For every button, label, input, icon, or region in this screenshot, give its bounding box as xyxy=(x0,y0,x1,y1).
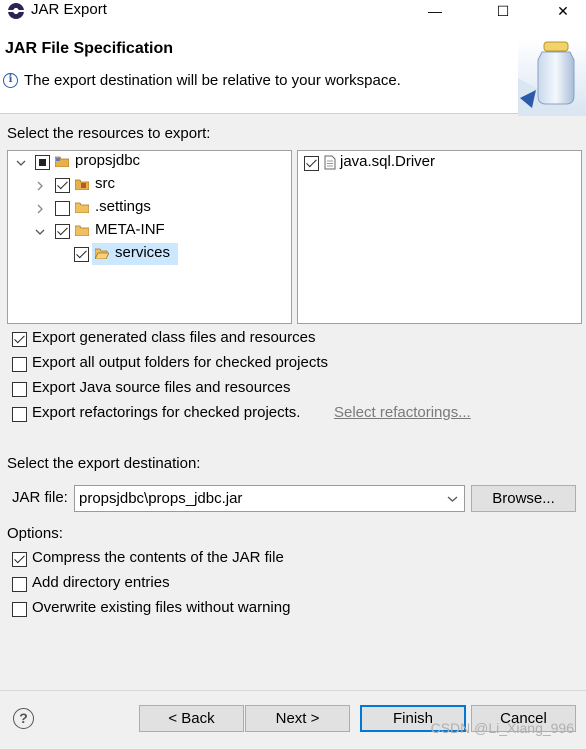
chevron-down-icon[interactable] xyxy=(16,158,26,168)
info-icon: i xyxy=(3,73,18,88)
window-title: JAR Export xyxy=(31,1,107,18)
next-button[interactable]: Next > xyxy=(245,705,350,732)
wizard-header: JAR File Specification i The export dest… xyxy=(0,22,586,116)
destination-label: Select the export destination: xyxy=(7,455,201,472)
export-refactorings-label[interactable]: Export refactorings for checked projects… xyxy=(32,404,300,421)
overwrite-checkbox[interactable] xyxy=(12,602,27,617)
minimize-button[interactable]: — xyxy=(412,0,458,22)
tree-item-meta-inf[interactable]: META-INF xyxy=(95,221,165,238)
page-title: JAR File Specification xyxy=(5,40,174,57)
compress-label[interactable]: Compress the contents of the JAR file xyxy=(32,549,284,566)
export-source-files-label[interactable]: Export Java source files and resources xyxy=(32,379,290,396)
export-source-files-checkbox[interactable] xyxy=(12,382,27,397)
export-refactorings-checkbox[interactable] xyxy=(12,407,27,422)
tree-item-propsjdbc[interactable]: propsjdbc xyxy=(75,152,140,169)
file-icon xyxy=(324,155,336,170)
file-list[interactable]: java.sql.Driver xyxy=(297,150,582,324)
export-class-files-label[interactable]: Export generated class files and resourc… xyxy=(32,329,315,346)
tree-item-src[interactable]: src xyxy=(95,175,115,192)
folder-icon xyxy=(75,225,89,236)
back-button[interactable]: < Back xyxy=(139,705,244,732)
export-class-files-checkbox[interactable] xyxy=(12,332,27,347)
options-label: Options: xyxy=(7,525,63,542)
file-item-java-sql-driver[interactable]: java.sql.Driver xyxy=(340,153,435,170)
checkbox-settings[interactable] xyxy=(55,201,70,216)
footer-divider xyxy=(0,690,586,691)
checkbox-java-sql-driver[interactable] xyxy=(304,156,319,171)
tree-item-settings[interactable]: .settings xyxy=(95,198,151,215)
eclipse-app-icon xyxy=(8,3,24,19)
maximize-button[interactable]: ☐ xyxy=(480,0,526,22)
checkbox-src[interactable] xyxy=(55,178,70,193)
overwrite-label[interactable]: Overwrite existing files without warning xyxy=(32,599,290,616)
export-output-folders-checkbox[interactable] xyxy=(12,357,27,372)
project-folder-icon xyxy=(55,156,69,167)
chevron-right-icon[interactable] xyxy=(35,181,45,191)
directory-entries-label[interactable]: Add directory entries xyxy=(32,574,170,591)
chevron-down-icon[interactable] xyxy=(447,495,458,503)
checkbox-meta-inf[interactable] xyxy=(55,224,70,239)
compress-checkbox[interactable] xyxy=(12,552,27,567)
resource-tree[interactable]: propsjdbc src .settings META-INF service… xyxy=(7,150,292,324)
jar-file-combo[interactable]: propsjdbc\props_jdbc.jar xyxy=(74,485,465,512)
chevron-right-icon[interactable] xyxy=(35,204,45,214)
checkbox-services[interactable] xyxy=(74,247,89,262)
folder-open-icon xyxy=(95,248,109,259)
chevron-down-icon[interactable] xyxy=(35,227,45,237)
title-bar: JAR Export — ☐ ✕ xyxy=(0,0,586,22)
help-icon[interactable]: ? xyxy=(13,708,34,729)
header-message: The export destination will be relative … xyxy=(24,72,401,89)
checkbox-propsjdbc[interactable] xyxy=(35,155,50,170)
jar-file-value[interactable]: propsjdbc\props_jdbc.jar xyxy=(79,490,242,507)
close-button[interactable]: ✕ xyxy=(540,0,586,22)
export-output-folders-label[interactable]: Export all output folders for checked pr… xyxy=(32,354,328,371)
resources-label: Select the resources to export: xyxy=(7,125,211,142)
browse-button[interactable]: Browse... xyxy=(471,485,576,512)
folder-icon xyxy=(75,202,89,213)
directory-entries-checkbox[interactable] xyxy=(12,577,27,592)
package-folder-icon xyxy=(75,179,89,190)
select-refactorings-link[interactable]: Select refactorings... xyxy=(334,404,471,421)
tree-item-services[interactable]: services xyxy=(115,244,170,261)
jar-banner-icon xyxy=(518,38,586,116)
jar-file-label: JAR file: xyxy=(12,489,68,506)
watermark-text: CSDN @Li_Xiang_996 xyxy=(430,720,574,736)
